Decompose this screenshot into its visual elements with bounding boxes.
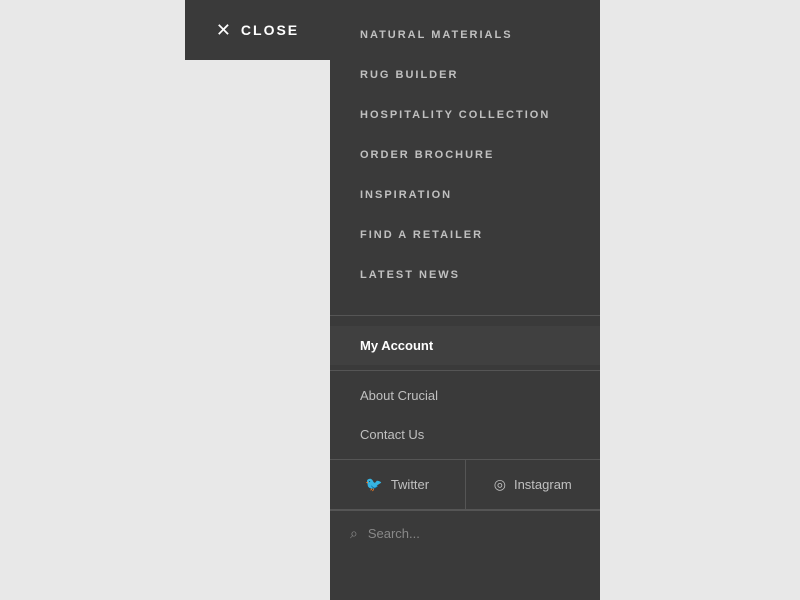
- nav-secondary: My Account About Crucial Contact Us: [330, 321, 600, 459]
- nav-item-order-brochure[interactable]: ORDER BROCHURE: [330, 135, 600, 175]
- twitter-link[interactable]: 🐦 Twitter: [330, 460, 466, 509]
- nav-item-about-crucial[interactable]: About Crucial: [330, 376, 600, 415]
- search-bar: ⌕: [330, 510, 600, 556]
- divider-2: [330, 370, 600, 371]
- divider-1: [330, 315, 600, 316]
- close-button[interactable]: ✕ CLOSE: [185, 0, 330, 60]
- nav-panel: NATURAL MATERIALS RUG BUILDER HOSPITALIT…: [330, 0, 600, 600]
- nav-item-latest-news[interactable]: LATEST NEWS: [330, 255, 600, 295]
- nav-item-contact-us[interactable]: Contact Us: [330, 415, 600, 454]
- social-row: 🐦 Twitter ◎ Instagram: [330, 459, 600, 510]
- twitter-icon: 🐦: [365, 476, 382, 493]
- nav-top: NATURAL MATERIALS RUG BUILDER HOSPITALIT…: [330, 0, 600, 310]
- close-x-icon: ✕: [216, 21, 231, 39]
- instagram-link[interactable]: ◎ Instagram: [466, 460, 601, 509]
- nav-item-my-account[interactable]: My Account: [330, 326, 600, 365]
- close-label: CLOSE: [241, 22, 299, 38]
- instagram-icon: ◎: [494, 476, 506, 493]
- nav-item-rug-builder[interactable]: RUG BUILDER: [330, 55, 600, 95]
- nav-item-hospitality-collection[interactable]: HOSPITALITY COLLECTION: [330, 95, 600, 135]
- twitter-label: Twitter: [391, 477, 429, 492]
- nav-item-natural-materials[interactable]: NATURAL MATERIALS: [330, 15, 600, 55]
- nav-item-inspiration[interactable]: INSPIRATION: [330, 175, 600, 215]
- search-input[interactable]: [368, 526, 580, 541]
- instagram-label: Instagram: [514, 477, 572, 492]
- search-icon: ⌕: [350, 525, 358, 542]
- nav-item-find-retailer[interactable]: FIND A RETAILER: [330, 215, 600, 255]
